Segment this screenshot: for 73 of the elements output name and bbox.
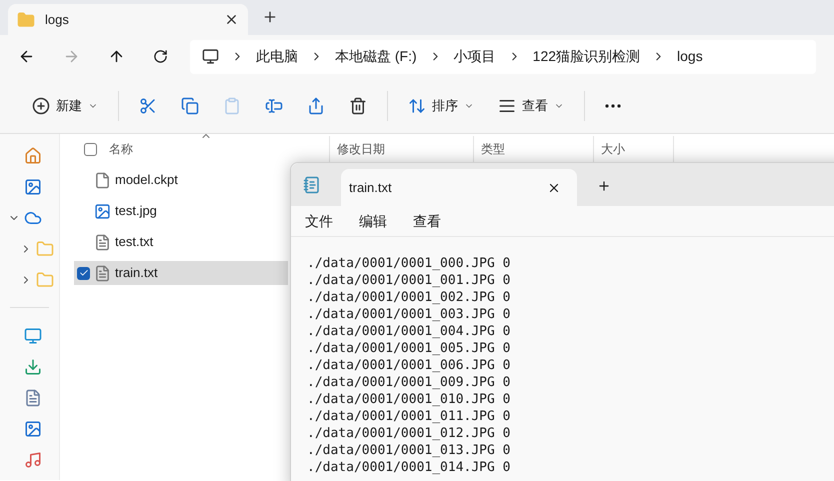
file-name: model.ckpt: [115, 171, 178, 190]
picture-icon[interactable]: [24, 420, 42, 438]
new-tab-icon[interactable]: [597, 179, 611, 193]
notepad-icon: [303, 176, 321, 194]
document-tab[interactable]: train.txt: [341, 169, 577, 206]
gallery-icon[interactable]: [24, 178, 42, 196]
menu-item[interactable]: 查看: [413, 210, 441, 232]
breadcrumb[interactable]: 本地磁盘 (F:): [335, 46, 417, 67]
explorer-tab[interactable]: logs: [8, 4, 248, 35]
clipboard-icon: [223, 96, 241, 114]
up-icon[interactable]: [108, 48, 125, 65]
file-row[interactable]: model.ckpt: [74, 168, 288, 192]
file-name: train.txt: [115, 264, 158, 282]
text-file-icon: [94, 264, 111, 282]
close-icon[interactable]: [224, 12, 239, 27]
file-row[interactable]: test.txt: [74, 230, 288, 254]
column-header[interactable]: 名称: [109, 140, 133, 158]
computer-icon: [202, 48, 219, 65]
menu-item[interactable]: 编辑: [359, 210, 387, 232]
breadcrumb[interactable]: 小项目: [454, 46, 496, 67]
file-name: test.txt: [115, 233, 154, 252]
text-line: ./data/0001/0001_004.JPG 0: [307, 323, 510, 340]
text-line: ./data/0001/0001_000.JPG 0: [307, 255, 510, 272]
column-header[interactable]: 大小: [601, 140, 625, 158]
music-icon[interactable]: [24, 450, 42, 468]
sort-button[interactable]: 排序: [396, 88, 486, 122]
column-header[interactable]: 类型: [481, 140, 505, 158]
folder-icon: [17, 10, 35, 28]
breadcrumb[interactable]: 此电脑: [256, 46, 298, 67]
image-file-icon: [94, 202, 111, 220]
refresh-icon[interactable]: [153, 49, 168, 64]
column-header[interactable]: 修改日期: [337, 140, 385, 158]
select-all-checkbox[interactable]: [84, 142, 97, 156]
view-button[interactable]: 查看: [486, 88, 576, 122]
file-row[interactable]: train.txt: [74, 261, 288, 285]
rename-icon: [265, 96, 283, 114]
breadcrumb[interactable]: 122猫脸识别检测: [532, 46, 640, 67]
checked-checkbox[interactable]: [77, 266, 90, 280]
file-name: test.jpg: [115, 202, 157, 220]
copy-icon: [181, 96, 199, 114]
trash-icon: [349, 96, 367, 114]
new-icon: [32, 96, 50, 114]
text-line: ./data/0001/0001_005.JPG 0: [307, 340, 510, 357]
scissors-icon: [139, 96, 157, 114]
text-line: ./data/0001/0001_006.JPG 0: [307, 357, 510, 374]
file-row[interactable]: test.jpg: [74, 199, 288, 223]
text-line: ./data/0001/0001_010.JPG 0: [307, 391, 510, 408]
desktop-icon[interactable]: [24, 326, 42, 344]
more-icon: [605, 104, 621, 108]
download-icon[interactable]: [24, 358, 42, 376]
share-icon: [307, 96, 325, 114]
address-bar[interactable]: 此电脑 本地磁盘 (F:) 小项目 122猫脸识别检测 logs: [190, 40, 816, 74]
document-icon[interactable]: [24, 388, 42, 406]
breadcrumb[interactable]: logs: [677, 46, 703, 67]
tab-title: train.txt: [349, 178, 393, 197]
text-line: ./data/0001/0001_014.JPG 0: [307, 459, 510, 476]
text-line: ./data/0001/0001_003.JPG 0: [307, 306, 510, 323]
new-button[interactable]: 新建: [20, 88, 110, 122]
text-line: ./data/0001/0001_012.JPG 0: [307, 425, 510, 442]
checkmark-icon: [78, 268, 88, 278]
text-line: ./data/0001/0001_009.JPG 0: [307, 374, 510, 391]
home-icon[interactable]: [24, 146, 42, 164]
menu-item[interactable]: 文件: [305, 210, 333, 232]
text-line: ./data/0001/0001_002.JPG 0: [307, 289, 510, 306]
text-line: ./data/0001/0001_001.JPG 0: [307, 272, 510, 289]
file-icon: [94, 172, 111, 188]
sort-icon: [408, 96, 426, 114]
new-tab-icon[interactable]: [262, 9, 278, 25]
back-icon[interactable]: [18, 48, 35, 65]
text-file-icon: [94, 234, 111, 250]
tab-title: logs: [45, 10, 70, 29]
text-line: ./data/0001/0001_013.JPG 0: [307, 442, 510, 459]
text-line: ./data/0001/0001_011.JPG 0: [307, 408, 510, 425]
